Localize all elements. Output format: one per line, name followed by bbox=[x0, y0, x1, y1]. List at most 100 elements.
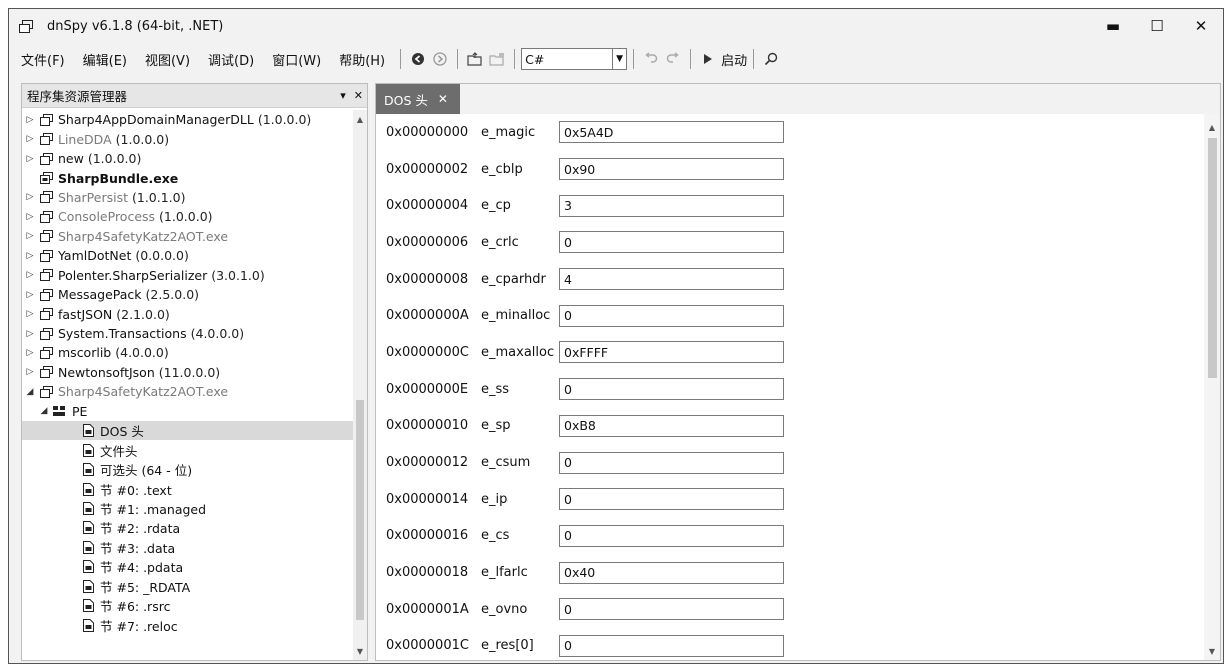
tree-item[interactable]: DOS 头 bbox=[22, 421, 355, 441]
expand-arrow-icon[interactable]: ▷ bbox=[25, 329, 35, 339]
tree-item[interactable]: ▷ Polenter.SharpSerializer (3.0.1.0) bbox=[22, 266, 355, 285]
tree-item[interactable]: ▷ Sharp4SafetyKatz2AOT.exe bbox=[22, 227, 355, 246]
navigate-back-icon[interactable] bbox=[407, 48, 429, 70]
menu-edit[interactable]: 编辑(E) bbox=[74, 50, 136, 69]
panel-close-icon[interactable]: ✕ bbox=[354, 89, 363, 102]
field-name: e_ovno bbox=[481, 601, 528, 617]
field-value-input[interactable]: 0x90 bbox=[559, 158, 784, 181]
tree-item[interactable]: ◢ PE bbox=[22, 402, 355, 421]
field-value-input[interactable]: 0 bbox=[559, 378, 784, 401]
field-value-input[interactable]: 0x40 bbox=[559, 561, 784, 584]
tree-item[interactable]: 节 #3: .data bbox=[22, 538, 355, 557]
menu-window[interactable]: 窗口(W) bbox=[263, 50, 330, 69]
expand-arrow-icon[interactable]: ▷ bbox=[25, 192, 35, 202]
play-icon[interactable] bbox=[697, 48, 719, 70]
expand-arrow-icon[interactable]: ▷ bbox=[25, 231, 35, 241]
expand-arrow-icon[interactable]: ▷ bbox=[25, 115, 35, 125]
scrollbar-thumb[interactable] bbox=[356, 400, 364, 620]
menu-help[interactable]: 帮助(H) bbox=[330, 50, 394, 69]
tree-item[interactable]: ▷ Sharp4AppDomainManagerDLL (1.0.0.0) bbox=[22, 110, 355, 129]
language-select[interactable]: C# ▼ bbox=[521, 48, 628, 70]
save-icon[interactable] bbox=[486, 48, 508, 70]
menu-view[interactable]: 视图(V) bbox=[136, 50, 199, 69]
expand-arrow-icon[interactable]: ▷ bbox=[25, 270, 35, 280]
tab-label: DOS 头 bbox=[384, 92, 428, 108]
tree-item[interactable]: 节 #5: _RDATA bbox=[22, 577, 355, 596]
tree-item[interactable]: 可选头 (64 - 位) bbox=[22, 460, 355, 479]
tree-item[interactable]: ▷ mscorlib (4.0.0.0) bbox=[22, 343, 355, 362]
tree-item[interactable]: 节 #4: .pdata bbox=[22, 557, 355, 576]
assembly-icon bbox=[39, 385, 53, 398]
field-value-input[interactable]: 0x5A4D bbox=[559, 121, 784, 144]
scroll-down-icon[interactable]: ▼ bbox=[1204, 644, 1220, 658]
expand-arrow-icon[interactable]: ▷ bbox=[25, 251, 35, 261]
undo-icon[interactable] bbox=[640, 48, 662, 70]
tree-item[interactable]: ◢ Sharp4SafetyKatz2AOT.exe bbox=[22, 382, 355, 401]
explorer-scrollbar[interactable]: ▲ ▼ bbox=[353, 110, 367, 660]
tree-item[interactable]: 节 #7: .reloc bbox=[22, 615, 355, 634]
collapse-arrow-icon[interactable]: ◢ bbox=[25, 387, 35, 397]
field-name: e_csum bbox=[481, 455, 531, 471]
expand-arrow-icon[interactable]: ▷ bbox=[25, 154, 35, 164]
tree-item[interactable]: ▷ System.Transactions (4.0.0.0) bbox=[22, 324, 355, 343]
menu-debug[interactable]: 调试(D) bbox=[199, 50, 263, 69]
field-value-input[interactable]: 0 bbox=[559, 524, 784, 547]
tree-item[interactable]: 文件头 bbox=[22, 440, 355, 459]
expand-arrow-icon[interactable]: ▷ bbox=[25, 212, 35, 222]
open-file-icon[interactable] bbox=[464, 48, 486, 70]
scroll-up-icon[interactable]: ▲ bbox=[1204, 120, 1220, 134]
tree-item[interactable]: ▷ fastJSON (2.1.0.0) bbox=[22, 304, 355, 323]
expand-arrow-icon[interactable]: ▷ bbox=[25, 367, 35, 377]
minimize-button[interactable]: ▬ bbox=[1091, 9, 1135, 43]
scrollbar-thumb[interactable] bbox=[1208, 138, 1217, 378]
navigate-forward-icon[interactable] bbox=[429, 48, 451, 70]
panel-title: 程序集资源管理器 bbox=[27, 89, 128, 104]
field-value-input[interactable]: 0 bbox=[559, 598, 784, 621]
field-value-input[interactable]: 0 bbox=[559, 304, 784, 327]
tree-item[interactable]: 节 #6: .rsrc bbox=[22, 596, 355, 615]
expand-arrow-icon[interactable]: ▷ bbox=[25, 348, 35, 358]
expand-arrow-icon[interactable]: ▷ bbox=[25, 134, 35, 144]
tree-item-version: (4.0.0.0) bbox=[190, 326, 245, 342]
assembly-icon bbox=[39, 230, 53, 243]
field-value-input[interactable]: 0 bbox=[559, 634, 784, 657]
field-value-input[interactable]: 0xFFFF bbox=[559, 341, 784, 364]
document-scrollbar[interactable]: ▲ ▼ bbox=[1204, 114, 1220, 660]
field-value-input[interactable]: 4 bbox=[559, 268, 784, 291]
scroll-up-icon[interactable]: ▲ bbox=[353, 112, 367, 126]
expand-arrow-icon[interactable]: ▷ bbox=[25, 290, 35, 300]
search-icon[interactable] bbox=[760, 48, 782, 70]
tab-close-icon[interactable]: ✕ bbox=[438, 92, 448, 106]
field-value-input[interactable]: 0 bbox=[559, 451, 784, 474]
field-value-input[interactable]: 0 bbox=[559, 488, 784, 511]
tree-item[interactable]: ▷ YamlDotNet (0.0.0.0) bbox=[22, 246, 355, 265]
start-button-label[interactable]: 启动 bbox=[721, 50, 747, 69]
tree-item[interactable]: 节 #1: .managed bbox=[22, 499, 355, 518]
collapse-arrow-icon[interactable]: ◢ bbox=[39, 406, 49, 416]
field-value-input[interactable]: 3 bbox=[559, 194, 784, 217]
scroll-down-icon[interactable]: ▼ bbox=[353, 644, 367, 658]
tree-item[interactable]: SharpBundle.exe bbox=[22, 168, 355, 187]
field-value-input[interactable]: 0xB8 bbox=[559, 414, 784, 437]
tree-item[interactable]: ▷ MessagePack (2.5.0.0) bbox=[22, 285, 355, 304]
expand-arrow-icon[interactable]: ▷ bbox=[25, 309, 35, 319]
assembly-icon bbox=[39, 210, 53, 223]
tree-item[interactable]: 节 #0: .text bbox=[22, 479, 355, 498]
redo-icon[interactable] bbox=[662, 48, 684, 70]
tree-item[interactable]: ▷ SharPersist (1.0.1.0) bbox=[22, 188, 355, 207]
maximize-button[interactable]: ☐ bbox=[1135, 9, 1179, 43]
tab-dos-header[interactable]: DOS 头 ✕ bbox=[376, 84, 460, 114]
tree-item[interactable]: ▷ ConsoleProcess (1.0.0.0) bbox=[22, 207, 355, 226]
chevron-down-icon[interactable]: ▼ bbox=[612, 49, 626, 69]
panel-dropdown-icon[interactable]: ▾ bbox=[340, 89, 346, 102]
menu-file[interactable]: 文件(F) bbox=[9, 50, 74, 69]
tree-item[interactable]: ▷ new (1.0.0.0) bbox=[22, 149, 355, 168]
tree-item[interactable]: 节 #2: .rdata bbox=[22, 518, 355, 537]
tree-item[interactable]: ▷ LineDDA (1.0.0.0) bbox=[22, 129, 355, 148]
field-value-input[interactable]: 0 bbox=[559, 231, 784, 254]
field-offset: 0x0000000A bbox=[386, 308, 469, 324]
tree-item-label: new bbox=[58, 151, 84, 167]
field-offset: 0x00000002 bbox=[386, 161, 469, 177]
tree-item[interactable]: ▷ NewtonsoftJson (11.0.0.0) bbox=[22, 363, 355, 382]
close-window-button[interactable]: ✕ bbox=[1179, 9, 1223, 43]
